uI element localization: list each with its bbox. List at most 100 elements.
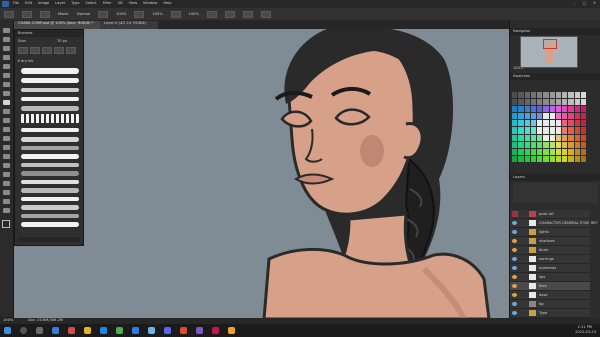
- layer-name[interactable]: lips: [539, 275, 545, 280]
- brush-stroke[interactable]: [21, 163, 79, 167]
- eye-icon[interactable]: [512, 239, 517, 243]
- swatch-cell[interactable]: [530, 113, 536, 120]
- menu-window[interactable]: Window: [143, 1, 157, 6]
- brush-stroke[interactable]: [21, 106, 79, 111]
- swatch-cell[interactable]: [537, 155, 543, 162]
- brush-stroke[interactable]: [21, 78, 79, 83]
- swatch-cell[interactable]: [530, 106, 536, 113]
- swatch-cell[interactable]: [543, 113, 549, 120]
- recent-brush-4[interactable]: [54, 47, 64, 54]
- swatch-cell[interactable]: [537, 148, 543, 155]
- lasso-tool-icon[interactable]: [3, 46, 10, 51]
- opacity-value[interactable]: 100%: [116, 12, 126, 17]
- layer-row-selected[interactable]: face: [510, 282, 590, 291]
- swatch-cell[interactable]: [555, 99, 561, 106]
- swatch-cell[interactable]: [580, 99, 586, 106]
- brush-stroke[interactable]: [21, 128, 79, 132]
- foreground-color-swatch[interactable]: [2, 220, 10, 228]
- swatches-header[interactable]: Swatches: [510, 73, 600, 80]
- airbrush-icon[interactable]: [170, 11, 181, 18]
- symmetry-icon[interactable]: [260, 11, 271, 18]
- swatch-cell[interactable]: [549, 113, 555, 120]
- swatch-cell[interactable]: [512, 141, 518, 148]
- swatch-cell[interactable]: [549, 127, 555, 134]
- swatch-cell[interactable]: [543, 134, 549, 141]
- hand-tool-icon[interactable]: [3, 199, 10, 204]
- swatch-cell[interactable]: [518, 92, 524, 99]
- swatch-cell[interactable]: [580, 92, 586, 99]
- brush-stroke[interactable]: [21, 188, 79, 193]
- swatch-cell[interactable]: [524, 141, 530, 148]
- swatch-cell[interactable]: [530, 99, 536, 106]
- swatch-cell[interactable]: [512, 155, 518, 162]
- menu-edit[interactable]: Edit: [25, 1, 32, 6]
- eye-icon[interactable]: [512, 230, 517, 234]
- eye-icon[interactable]: [512, 284, 517, 288]
- swatch-cell[interactable]: [512, 113, 518, 120]
- quick-select-tool-icon[interactable]: [3, 55, 10, 60]
- layer-name[interactable]: eyebrows: [539, 266, 556, 271]
- eye-icon[interactable]: [512, 266, 517, 270]
- brushes-panel-header[interactable]: Brushes: [15, 30, 83, 37]
- swatch-cell[interactable]: [518, 141, 524, 148]
- swatch-cell[interactable]: [549, 106, 555, 113]
- swatch-cell[interactable]: [549, 148, 555, 155]
- healing-tool-icon[interactable]: [3, 91, 10, 96]
- swatch-cell[interactable]: [549, 92, 555, 99]
- recent-brush-5[interactable]: [66, 47, 76, 54]
- swatch-cell[interactable]: [574, 141, 580, 148]
- swatch-cell[interactable]: [537, 120, 543, 127]
- photoshop-taskbar-icon[interactable]: [52, 327, 59, 334]
- swatch-cell[interactable]: [580, 106, 586, 113]
- swatch-cell[interactable]: [555, 106, 561, 113]
- layer-name[interactable]: face: [539, 284, 547, 289]
- swatch-cell[interactable]: [524, 120, 530, 127]
- layer-row[interactable]: lips: [510, 273, 590, 282]
- swatch-cell[interactable]: [537, 134, 543, 141]
- eye-icon[interactable]: [512, 293, 517, 297]
- swatch-cell[interactable]: [537, 141, 543, 148]
- eraser-tool-icon[interactable]: [3, 127, 10, 132]
- menu-filter[interactable]: Filter: [103, 1, 112, 6]
- swatch-cell[interactable]: [568, 92, 574, 99]
- swatch-cell[interactable]: [568, 127, 574, 134]
- smoothing-value[interactable]: 100%: [189, 12, 199, 17]
- swatch-cell[interactable]: [518, 127, 524, 134]
- brush-preset-picker[interactable]: [22, 11, 32, 18]
- angle-icon[interactable]: [224, 11, 235, 18]
- layer-name[interactable]: Type: [539, 311, 547, 316]
- swatch-cell[interactable]: [537, 106, 543, 113]
- brush-stroke[interactable]: [21, 68, 79, 74]
- navigator-thumbnail[interactable]: [520, 36, 578, 68]
- app-icon[interactable]: [116, 327, 123, 334]
- swatch-cell[interactable]: [574, 134, 580, 141]
- swatch-cell[interactable]: [574, 106, 580, 113]
- swatch-cell[interactable]: [537, 113, 543, 120]
- layer-name[interactable]: blush: [539, 248, 549, 253]
- swatch-cell[interactable]: [549, 155, 555, 162]
- mode-select[interactable]: Normal: [77, 12, 90, 17]
- swatch-cell[interactable]: [518, 134, 524, 141]
- swatch-cell[interactable]: [543, 92, 549, 99]
- layer-row[interactable]: bg: [510, 300, 590, 309]
- swatch-cell[interactable]: [537, 99, 543, 106]
- layer-name[interactable]: lights: [539, 230, 549, 235]
- swatch-cell[interactable]: [524, 92, 530, 99]
- blur-tool-icon[interactable]: [3, 145, 10, 150]
- swatch-cell[interactable]: [537, 92, 543, 99]
- brush-stroke[interactable]: [21, 154, 79, 159]
- brush-stroke[interactable]: [21, 146, 79, 150]
- close-button[interactable]: ✕: [593, 1, 596, 6]
- swatch-cell[interactable]: [512, 127, 518, 134]
- swatch-cell[interactable]: [555, 127, 561, 134]
- swatch-cell[interactable]: [580, 134, 586, 141]
- swatch-cell[interactable]: [524, 106, 530, 113]
- swatch-cell[interactable]: [537, 127, 543, 134]
- search-icon[interactable]: [20, 327, 27, 334]
- swatch-cell[interactable]: [524, 134, 530, 141]
- tab-chara-comp[interactable]: CHARA COMP.psd @ 100% (face, RGB/8) *: [14, 21, 100, 29]
- swatch-cell[interactable]: [512, 106, 518, 113]
- tab-layer-0[interactable]: Layer 0 (#2 24, RGB/8): [100, 21, 158, 29]
- pen-tool-icon[interactable]: [3, 163, 10, 168]
- app-icon[interactable]: [228, 327, 235, 334]
